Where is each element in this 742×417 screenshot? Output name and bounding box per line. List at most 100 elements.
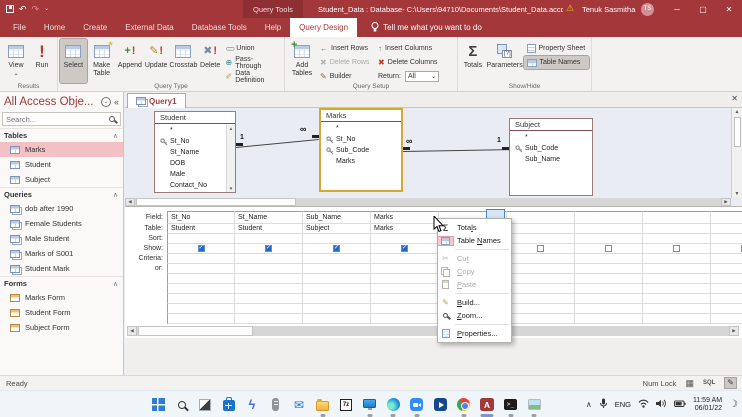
insert-rows-button[interactable]: ← Insert Rows <box>317 42 375 55</box>
grid-cell[interactable] <box>303 274 371 284</box>
grid-cell[interactable] <box>167 254 235 264</box>
grid-cell[interactable] <box>643 254 711 264</box>
grid-cell[interactable] <box>371 304 439 314</box>
grid-cell[interactable] <box>507 314 575 324</box>
search-input[interactable] <box>3 115 109 124</box>
table-window-scrollbar[interactable]: ▲▼ <box>226 125 235 192</box>
grid-cell[interactable] <box>575 284 643 294</box>
nav-section-forms[interactable]: Forms∧ <box>0 276 123 290</box>
grid-cell[interactable]: St_No <box>167 211 235 224</box>
table-window-student[interactable]: Student *St_NoSt_NameDOBMaleContact_No ▲… <box>154 111 236 193</box>
grid-cell[interactable] <box>575 211 643 224</box>
tab-query1[interactable]: Query1 <box>127 93 186 108</box>
avatar[interactable]: TS <box>641 3 654 16</box>
grid-cell[interactable] <box>711 254 742 264</box>
grid-cell[interactable] <box>643 224 711 234</box>
show-checkbox[interactable]: ✓ <box>198 245 205 252</box>
insert-columns-button[interactable]: ↑ Insert Columns <box>375 42 455 55</box>
show-checkbox[interactable] <box>673 245 680 252</box>
join-line-marks-subject[interactable] <box>403 149 509 152</box>
delete-columns-button[interactable]: ✖ Delete Columns <box>375 56 455 69</box>
grid-cell[interactable]: Marks <box>371 211 439 224</box>
grid-cell[interactable] <box>507 211 575 224</box>
grid-cell[interactable] <box>303 294 371 304</box>
grid-cell[interactable] <box>303 234 371 244</box>
grid-cell[interactable] <box>507 284 575 294</box>
design-view-icon[interactable]: ✎ <box>724 377 737 389</box>
grid-cell[interactable] <box>711 294 742 304</box>
nav-section-queries[interactable]: Queries∧ <box>0 187 123 201</box>
undo-icon[interactable]: ↶ <box>19 5 27 14</box>
grid-cell[interactable] <box>371 264 439 274</box>
start-icon[interactable] <box>149 393 167 417</box>
grid-cell[interactable] <box>575 244 643 254</box>
delete-rows-button[interactable]: ✖ Delete Rows <box>317 56 375 69</box>
grid-cell[interactable] <box>575 254 643 264</box>
grid-cell[interactable] <box>643 274 711 284</box>
grid-cell[interactable] <box>507 304 575 314</box>
grid-cell[interactable] <box>371 274 439 284</box>
wifi-icon[interactable] <box>638 399 649 410</box>
table-field-star[interactable]: * <box>155 125 226 136</box>
minimize-button[interactable]: ─ <box>664 0 690 18</box>
grid-cell[interactable] <box>167 234 235 244</box>
grid-cell[interactable] <box>235 274 303 284</box>
maximize-button[interactable]: ▢ <box>690 0 716 18</box>
table-window-subject[interactable]: Subject *Sub_CodeSub_Name <box>509 118 593 196</box>
nav-item-student-form[interactable]: Student Form <box>0 305 123 320</box>
search-icon[interactable] <box>109 116 115 122</box>
grid-cell[interactable] <box>507 264 575 274</box>
grid-horizontal-scrollbar[interactable]: ◀ ▶ <box>127 326 739 336</box>
grid-cell[interactable] <box>575 234 643 244</box>
grid-cell[interactable] <box>507 224 575 234</box>
grid-cell[interactable]: ✓ <box>303 244 371 254</box>
grid-cell[interactable]: ✓ <box>235 244 303 254</box>
data-definition-button[interactable]: ✐ Data Definition <box>223 70 282 83</box>
contextual-tab-header[interactable]: Query Tools <box>243 0 303 18</box>
account-name[interactable]: Tenuk Sasmitha <box>582 5 635 14</box>
grid-cell[interactable] <box>507 274 575 284</box>
clock[interactable]: 11:59 AM 06/01/22 <box>693 397 722 413</box>
table-window-marks[interactable]: Marks *St_NoSub_CodeMarks <box>319 108 403 192</box>
menu-item-properties[interactable]: Properties... <box>438 327 511 340</box>
table-field-sub-name[interactable]: Sub_Name <box>510 154 592 165</box>
grid-cell[interactable] <box>235 234 303 244</box>
grid-cell[interactable] <box>235 294 303 304</box>
menu-item-zoom[interactable]: Zoom... <box>438 309 511 322</box>
7zip-icon[interactable]: 7z <box>337 393 355 417</box>
ribbon-tab-help[interactable]: Help <box>256 18 290 37</box>
append-button[interactable]: +! Append <box>117 39 144 83</box>
grid-cell[interactable] <box>507 254 575 264</box>
notification-moon-icon[interactable]: ☽ <box>729 400 738 410</box>
table-field-marks[interactable]: Marks <box>321 156 401 167</box>
tray-chevron-up-icon[interactable]: ∧ <box>586 400 592 409</box>
grid-cell[interactable]: Student <box>235 224 303 234</box>
photos-icon[interactable] <box>525 393 543 417</box>
grid-cell[interactable] <box>371 234 439 244</box>
nav-item-subject[interactable]: Subject <box>0 172 123 187</box>
grid-cell[interactable]: Subject <box>303 224 371 234</box>
grid-cell[interactable] <box>235 304 303 314</box>
table-field-st-name[interactable]: St_Name <box>155 147 226 158</box>
grid-cell[interactable] <box>643 294 711 304</box>
search-icon[interactable] <box>173 393 191 417</box>
edge-icon[interactable] <box>384 393 402 417</box>
menu-item-paste[interactable]: Paste <box>438 278 511 291</box>
grid-cell[interactable]: ✓ <box>167 244 235 254</box>
totals-button[interactable]: Σ Totals <box>460 39 486 83</box>
show-checkbox[interactable] <box>537 245 544 252</box>
nav-pane-menu-icon[interactable]: ⌄ <box>101 97 111 107</box>
view-dropdown-icon[interactable]: ⌄ <box>13 70 18 77</box>
parameters-button[interactable]: Parameters <box>486 39 524 83</box>
grid-cell[interactable] <box>711 284 742 294</box>
battery-icon[interactable] <box>674 400 686 410</box>
nav-item-female-students[interactable]: Female Students <box>0 216 123 231</box>
volume-icon[interactable] <box>656 399 667 410</box>
table-field-star[interactable]: * <box>321 123 401 134</box>
grid-cell[interactable] <box>575 314 643 324</box>
grid-cell[interactable]: Sub_Name <box>303 211 371 224</box>
section-collapse-icon[interactable]: ∧ <box>113 132 118 140</box>
grid-cell[interactable] <box>575 264 643 274</box>
table-names-button[interactable]: Table Names <box>524 56 590 69</box>
grid-cell[interactable] <box>575 274 643 284</box>
